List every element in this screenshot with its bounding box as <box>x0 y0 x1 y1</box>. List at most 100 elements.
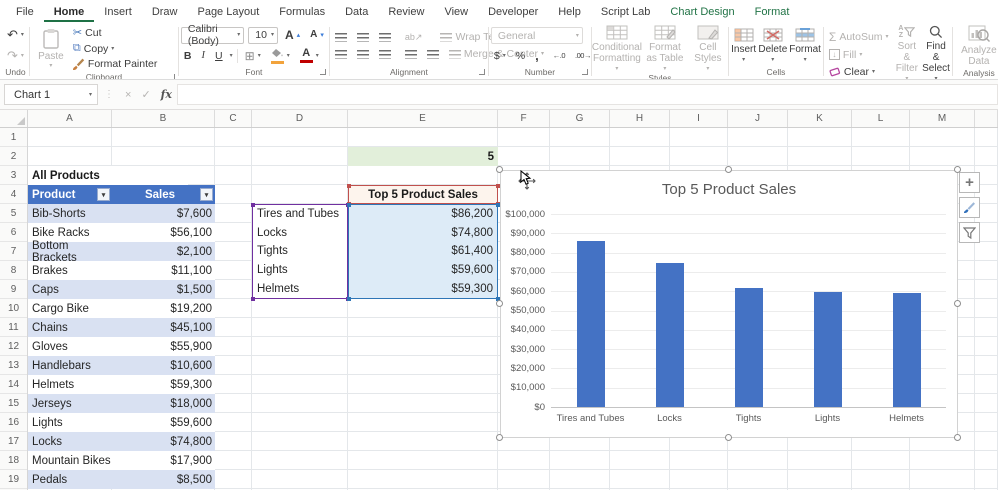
product-cell[interactable]: Lights <box>28 413 112 432</box>
ribbon-tab-review[interactable]: Review <box>378 2 434 22</box>
product-cell[interactable]: Handlebars <box>28 356 112 375</box>
row-header-13[interactable]: 13 <box>0 356 27 375</box>
sales-cell[interactable]: $45,100 <box>112 318 215 337</box>
column-header-l[interactable]: L <box>852 110 910 127</box>
cells-grid[interactable]: All Products Product▾Sales▾Bib-Shorts$7,… <box>28 128 998 490</box>
product-cell[interactable]: Jerseys <box>28 394 112 413</box>
borders-button[interactable]: ⊞▾ <box>242 48 264 64</box>
column-header-e[interactable]: E <box>348 110 498 127</box>
row-header-15[interactable]: 15 <box>0 394 27 413</box>
column-header-b[interactable]: B <box>112 110 215 127</box>
chart-title[interactable]: Top 5 Product Sales <box>501 181 957 198</box>
top5-category-range[interactable]: Tires and TubesLocksTightsLightsHelmets <box>252 204 348 299</box>
decrease-font-size-button[interactable]: A▾ <box>307 29 327 41</box>
chart-selection-handle[interactable] <box>954 166 961 173</box>
product-cell[interactable]: Bib-Shorts <box>28 204 112 223</box>
chart-filters-button[interactable] <box>959 222 980 243</box>
percent-style-button[interactable]: % <box>513 49 528 63</box>
top5-sales-cell[interactable]: $59,300 <box>349 279 497 298</box>
product-cell[interactable]: Pedals <box>28 470 112 489</box>
column-header-i[interactable]: I <box>670 110 728 127</box>
column-header-k[interactable]: K <box>788 110 852 127</box>
column-header-d[interactable]: D <box>252 110 348 127</box>
chart-styles-button[interactable] <box>959 197 980 218</box>
comma-style-button[interactable]: , <box>532 47 542 64</box>
formula-input[interactable] <box>177 84 998 105</box>
ribbon-tab-script-lab[interactable]: Script Lab <box>591 2 661 22</box>
sales-cell[interactable]: $10,600 <box>112 356 215 375</box>
product-cell[interactable]: Bottom Brackets <box>28 242 112 261</box>
autosum-button[interactable]: ΣAutoSum▾ <box>826 29 892 45</box>
font-name-select[interactable]: Calibri (Body)▾ <box>181 27 244 44</box>
ribbon-tab-chart-design[interactable]: Chart Design <box>660 2 744 22</box>
sales-column-header[interactable]: Sales▾ <box>112 185 215 204</box>
row-header-5[interactable]: 5 <box>0 204 27 223</box>
row-header-9[interactable]: 9 <box>0 280 27 299</box>
product-cell[interactable]: Caps <box>28 280 112 299</box>
increase-font-size-button[interactable]: A▴ <box>282 28 303 42</box>
sales-cell[interactable]: $19,200 <box>112 299 215 318</box>
top5-sales-cell[interactable]: $74,800 <box>349 224 497 243</box>
row-header-12[interactable]: 12 <box>0 337 27 356</box>
ribbon-tab-file[interactable]: File <box>6 2 44 22</box>
top5-product-cell[interactable]: Locks <box>253 224 347 243</box>
chart-selection-handle[interactable] <box>954 300 961 307</box>
row-header-16[interactable]: 16 <box>0 413 27 432</box>
chart-object[interactable]: Top 5 Product Sales $100,000$90,000$80,0… <box>500 170 958 438</box>
sales-cell[interactable]: $74,800 <box>112 432 215 451</box>
conditional-formatting-button[interactable]: Conditional Formatting▾ <box>594 25 640 72</box>
sales-cell[interactable]: $1,500 <box>112 280 215 299</box>
row-header-19[interactable]: 19 <box>0 470 27 489</box>
row-header-8[interactable]: 8 <box>0 261 27 280</box>
sales-cell[interactable]: $11,100 <box>112 261 215 280</box>
product-cell[interactable]: Brakes <box>28 261 112 280</box>
sales-cell[interactable]: $59,300 <box>112 375 215 394</box>
align-left-button[interactable] <box>332 49 350 60</box>
product-cell[interactable]: Gloves <box>28 337 112 356</box>
top5-sales-cell[interactable]: $59,600 <box>349 261 497 280</box>
product-cell[interactable]: Mountain Bikes <box>28 451 112 470</box>
insert-function-icon[interactable]: fx <box>156 88 177 101</box>
chart-selection-handle[interactable] <box>496 166 503 173</box>
bar-locks[interactable] <box>656 263 684 407</box>
delete-cells-button[interactable]: Delete▾ <box>758 28 787 63</box>
sales-cell[interactable]: $7,600 <box>112 204 215 223</box>
row-header-4[interactable]: 4 <box>0 185 27 204</box>
row-header-17[interactable]: 17 <box>0 432 27 451</box>
sales-cell[interactable]: $55,900 <box>112 337 215 356</box>
clear-button[interactable]: Clear▾ <box>826 65 892 79</box>
sales-cell[interactable]: $56,100 <box>112 223 215 242</box>
align-middle-button[interactable] <box>354 32 372 43</box>
ribbon-tab-help[interactable]: Help <box>548 2 591 22</box>
chart-selection-handle[interactable] <box>954 434 961 441</box>
font-size-select[interactable]: 10▾ <box>248 27 278 44</box>
row-header-18[interactable]: 18 <box>0 451 27 470</box>
row-header-11[interactable]: 11 <box>0 318 27 337</box>
top5-values-range[interactable]: $86,200$74,800$61,400$59,600$59,300 <box>348 204 498 299</box>
find-select-button[interactable]: Find & Select▾ <box>922 25 950 80</box>
sort-filter-button[interactable]: AZ Sort & Filter▾ <box>896 25 919 80</box>
bar-helmets[interactable] <box>893 293 921 407</box>
bar-tires-and-tubes[interactable] <box>577 241 605 407</box>
format-painter-button[interactable]: Format Painter <box>70 57 160 71</box>
column-header-m[interactable]: M <box>910 110 975 127</box>
section-title-cell[interactable]: All Products <box>28 166 188 185</box>
align-bottom-button[interactable] <box>376 32 394 43</box>
chart-selection-handle[interactable] <box>496 434 503 441</box>
column-header-f[interactable]: F <box>498 110 550 127</box>
row-header-10[interactable]: 10 <box>0 299 27 318</box>
sales-cell[interactable]: $18,000 <box>112 394 215 413</box>
bar-tights[interactable] <box>735 288 763 407</box>
filter-dropdown-icon[interactable]: ▾ <box>97 188 110 201</box>
format-cells-button[interactable]: Format▾ <box>789 28 821 63</box>
row-header-6[interactable]: 6 <box>0 223 27 242</box>
decrease-indent-button[interactable] <box>402 49 420 60</box>
insert-cells-button[interactable]: Insert▾ <box>731 28 756 63</box>
italic-button[interactable]: I <box>199 49 209 62</box>
column-header-h[interactable]: H <box>610 110 670 127</box>
number-format-select[interactable]: General▾ <box>491 27 583 44</box>
increase-decimal-button[interactable]: ←.0 <box>550 50 568 61</box>
copy-button[interactable]: ⧉Copy▾ <box>70 41 117 56</box>
align-center-button[interactable] <box>354 49 372 60</box>
format-as-table-button[interactable]: Format as Table▾ <box>644 25 686 72</box>
